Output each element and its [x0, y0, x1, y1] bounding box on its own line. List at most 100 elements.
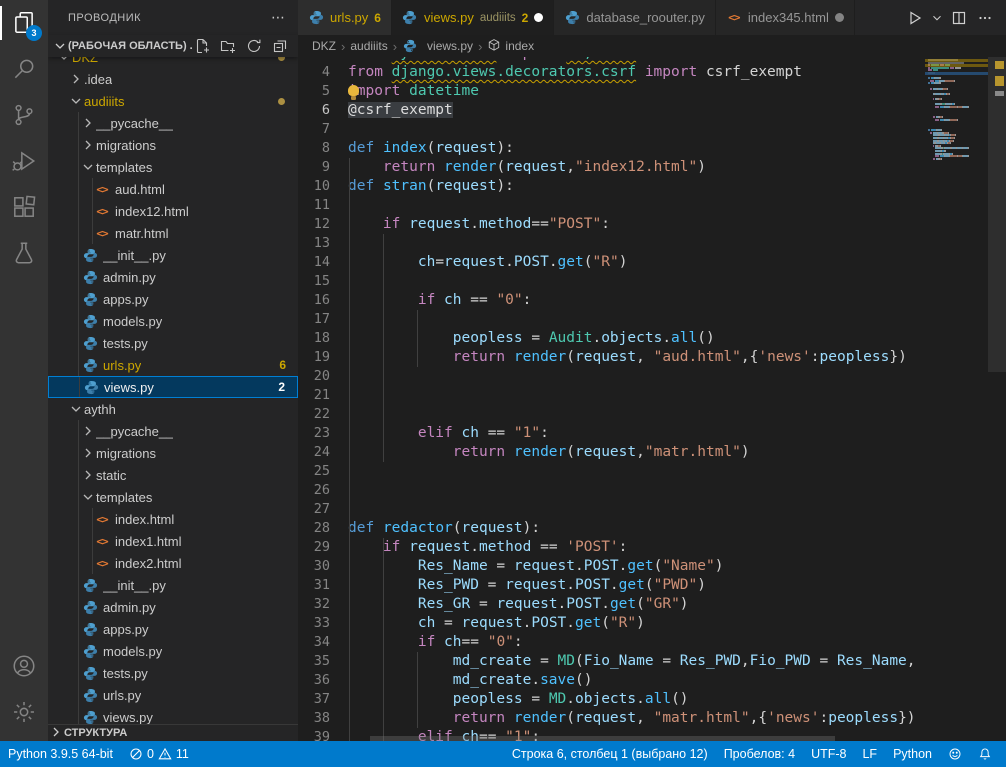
dirty-indicator-dot[interactable]	[835, 13, 844, 22]
tree-item-migrations[interactable]: migrations	[48, 134, 298, 156]
tree-item-apps-py[interactable]: apps.py	[48, 288, 298, 310]
breadcrumb-item-index[interactable]: index	[487, 38, 534, 55]
cursor-position[interactable]: Строка 6, столбец 1 (выбрано 12)	[504, 741, 716, 767]
code-line-18[interactable]: 18 peopless = Audit.objects.all()	[298, 329, 1006, 348]
tree-item-index2-html[interactable]: <>index2.html	[48, 552, 298, 574]
tree-item-admin-py[interactable]: admin.py	[48, 266, 298, 288]
code-line-22[interactable]: 22	[298, 405, 1006, 424]
code-editor[interactable]: 3from aythh.models import MD,Audit4from …	[298, 57, 1006, 741]
split-editor-icon[interactable]	[948, 7, 970, 29]
outline-section-header[interactable]: СТРУКТУРА	[48, 724, 298, 741]
tree-item-index12-html[interactable]: <>index12.html	[48, 200, 298, 222]
tree-item-static[interactable]: static	[48, 464, 298, 486]
code-line-6[interactable]: 6@csrf_exempt	[298, 101, 1006, 120]
explorer-icon[interactable]: 3	[0, 0, 48, 46]
tree-item-aythh[interactable]: aythh	[48, 398, 298, 420]
extensions-icon[interactable]	[0, 184, 48, 230]
code-line-7[interactable]: 7	[298, 120, 1006, 139]
breadcrumb-item-views-py[interactable]: views.py	[402, 38, 473, 54]
tab-views-py[interactable]: views.pyaudiiits2	[392, 0, 554, 35]
settings-gear-icon[interactable]	[0, 689, 48, 735]
indentation-setting[interactable]: Пробелов: 4	[716, 741, 803, 767]
testing-icon[interactable]	[0, 230, 48, 276]
tree-item-aud-html[interactable]: <>aud.html	[48, 178, 298, 200]
tree-item-audiiits[interactable]: audiiits	[48, 90, 298, 112]
code-line-11[interactable]: 11	[298, 196, 1006, 215]
code-line-26[interactable]: 26	[298, 481, 1006, 500]
lightbulb-icon[interactable]	[348, 85, 359, 96]
tree-item-models-py[interactable]: models.py	[48, 640, 298, 662]
code-line-28[interactable]: 28def redactor(request):	[298, 519, 1006, 538]
tree-item-models-py[interactable]: models.py	[48, 310, 298, 332]
scrollbar-thumb[interactable]	[988, 57, 1006, 372]
code-line-5[interactable]: 5import datetime	[298, 82, 1006, 101]
dirty-indicator-dot[interactable]	[534, 13, 543, 22]
tab-index345-html[interactable]: <>index345.html	[716, 0, 855, 35]
code-line-36[interactable]: 36 md_create.save()	[298, 671, 1006, 690]
workspace-section-header[interactable]: (РАБОЧАЯ ОБЛАСТЬ) ...	[48, 35, 298, 57]
run-debug-icon[interactable]	[0, 138, 48, 184]
code-line-16[interactable]: 16 if ch == "0":	[298, 291, 1006, 310]
minimap[interactable]	[925, 57, 988, 741]
vertical-scrollbar[interactable]	[988, 57, 1006, 741]
tree-item-index1-html[interactable]: <>index1.html	[48, 530, 298, 552]
tree-item-migrations[interactable]: migrations	[48, 442, 298, 464]
search-icon[interactable]	[0, 46, 48, 92]
new-file-icon[interactable]	[192, 36, 212, 56]
code-line-21[interactable]: 21	[298, 386, 1006, 405]
refresh-icon[interactable]	[244, 36, 264, 56]
breadcrumb-item-audiiits[interactable]: audiiits	[350, 39, 387, 53]
more-actions-icon[interactable]: ⋯	[271, 9, 286, 26]
language-mode[interactable]: Python	[885, 741, 940, 767]
tree-item--init-py[interactable]: __init__.py	[48, 574, 298, 596]
code-line-27[interactable]: 27	[298, 500, 1006, 519]
code-line-31[interactable]: 31 Res_PWD = request.POST.get("PWD")	[298, 576, 1006, 595]
tree-item-apps-py[interactable]: apps.py	[48, 618, 298, 640]
code-line-24[interactable]: 24 return render(request,"matr.html")	[298, 443, 1006, 462]
tree-item-admin-py[interactable]: admin.py	[48, 596, 298, 618]
tree-item--init-py[interactable]: __init__.py	[48, 244, 298, 266]
account-icon[interactable]	[0, 643, 48, 689]
encoding-setting[interactable]: UTF-8	[803, 741, 854, 767]
code-line-19[interactable]: 19 return render(request, "aud.html",{'n…	[298, 348, 1006, 367]
code-line-33[interactable]: 33 ch = request.POST.get("R")	[298, 614, 1006, 633]
code-line-23[interactable]: 23 elif ch == "1":	[298, 424, 1006, 443]
tree-item--pycache-[interactable]: __pycache__	[48, 112, 298, 134]
breadcrumb-item-dkz[interactable]: DKZ	[312, 39, 336, 53]
code-line-32[interactable]: 32 Res_GR = request.POST.get("GR")	[298, 595, 1006, 614]
eol-setting[interactable]: LF	[854, 741, 885, 767]
python-interpreter[interactable]: Python 3.9.5 64-bit	[0, 741, 121, 767]
code-line-37[interactable]: 37 peopless = MD.objects.all()	[298, 690, 1006, 709]
tree-item-index-html[interactable]: <>index.html	[48, 508, 298, 530]
code-line-20[interactable]: 20	[298, 367, 1006, 386]
code-line-34[interactable]: 34 if ch== "0":	[298, 633, 1006, 652]
tab-database-roouter-py[interactable]: database_roouter.py	[554, 0, 716, 35]
code-line-14[interactable]: 14 ch=request.POST.get("R")	[298, 253, 1006, 272]
code-line-13[interactable]: 13	[298, 234, 1006, 253]
run-button[interactable]	[904, 7, 926, 29]
more-actions-icon[interactable]	[974, 7, 996, 29]
tree-item-dkz[interactable]: DKZ	[48, 57, 298, 68]
tree-item-views-py[interactable]: views.py2	[48, 376, 298, 398]
tree-item--idea[interactable]: .idea	[48, 68, 298, 90]
code-line-29[interactable]: 29 if request.method == 'POST':	[298, 538, 1006, 557]
tree-item-tests-py[interactable]: tests.py	[48, 662, 298, 684]
code-line-30[interactable]: 30 Res_Name = request.POST.get("Name")	[298, 557, 1006, 576]
run-dropdown-icon[interactable]	[930, 7, 944, 29]
code-line-10[interactable]: 10def stran(request):	[298, 177, 1006, 196]
problems-indicator[interactable]: 0 11	[121, 741, 197, 767]
feedback-icon[interactable]	[940, 741, 970, 767]
code-line-8[interactable]: 8def index(request):	[298, 139, 1006, 158]
tree-item--pycache-[interactable]: __pycache__	[48, 420, 298, 442]
code-line-4[interactable]: 4from django.views.decorators.csrf impor…	[298, 63, 1006, 82]
tree-item-templates[interactable]: templates	[48, 156, 298, 178]
tree-item-urls-py[interactable]: urls.py	[48, 684, 298, 706]
tree-item-templates[interactable]: templates	[48, 486, 298, 508]
tree-item-matr-html[interactable]: <>matr.html	[48, 222, 298, 244]
tree-item-tests-py[interactable]: tests.py	[48, 332, 298, 354]
tab-urls-py[interactable]: urls.py6	[298, 0, 392, 35]
source-control-icon[interactable]	[0, 92, 48, 138]
code-line-25[interactable]: 25	[298, 462, 1006, 481]
collapse-folders-icon[interactable]	[270, 36, 290, 56]
notifications-bell-icon[interactable]	[970, 741, 1000, 767]
